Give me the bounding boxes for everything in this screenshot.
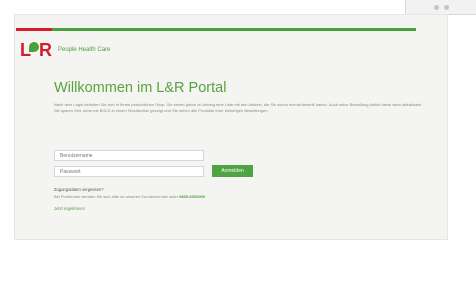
support-text: Bei Problemen wenden Sie sich bitte an u… (54, 194, 205, 199)
register-link[interactable]: Jetzt registrieren (54, 206, 85, 211)
logo-heart-icon (29, 42, 39, 52)
brand-tagline: People Health Care (58, 47, 111, 53)
brand-color-bar (16, 28, 416, 31)
password-input[interactable] (54, 166, 204, 177)
support-phone-link[interactable]: 0800-0000000 (179, 194, 205, 199)
lr-logo[interactable]: L R (20, 40, 54, 60)
page-title: Willkommen im L&R Portal (54, 80, 227, 96)
brand-header: L R People Health Care (20, 40, 110, 60)
intro-text: Nach dem Login befinden Sie sich in Ihre… (54, 102, 423, 113)
brand-bar-red (16, 28, 52, 31)
brand-bar-green (52, 28, 416, 31)
support-text-body: Bei Problemen wenden Sie sich bitte an u… (54, 194, 179, 199)
username-input[interactable] (54, 150, 204, 161)
dot-icon[interactable] (433, 4, 439, 10)
login-button[interactable]: Anmelden (212, 165, 253, 177)
forgot-heading[interactable]: Zugangsdaten vergessen? (54, 187, 104, 192)
logo-letter-r: R (39, 40, 52, 60)
dot-icon[interactable] (443, 4, 449, 10)
window-controls (405, 0, 476, 15)
